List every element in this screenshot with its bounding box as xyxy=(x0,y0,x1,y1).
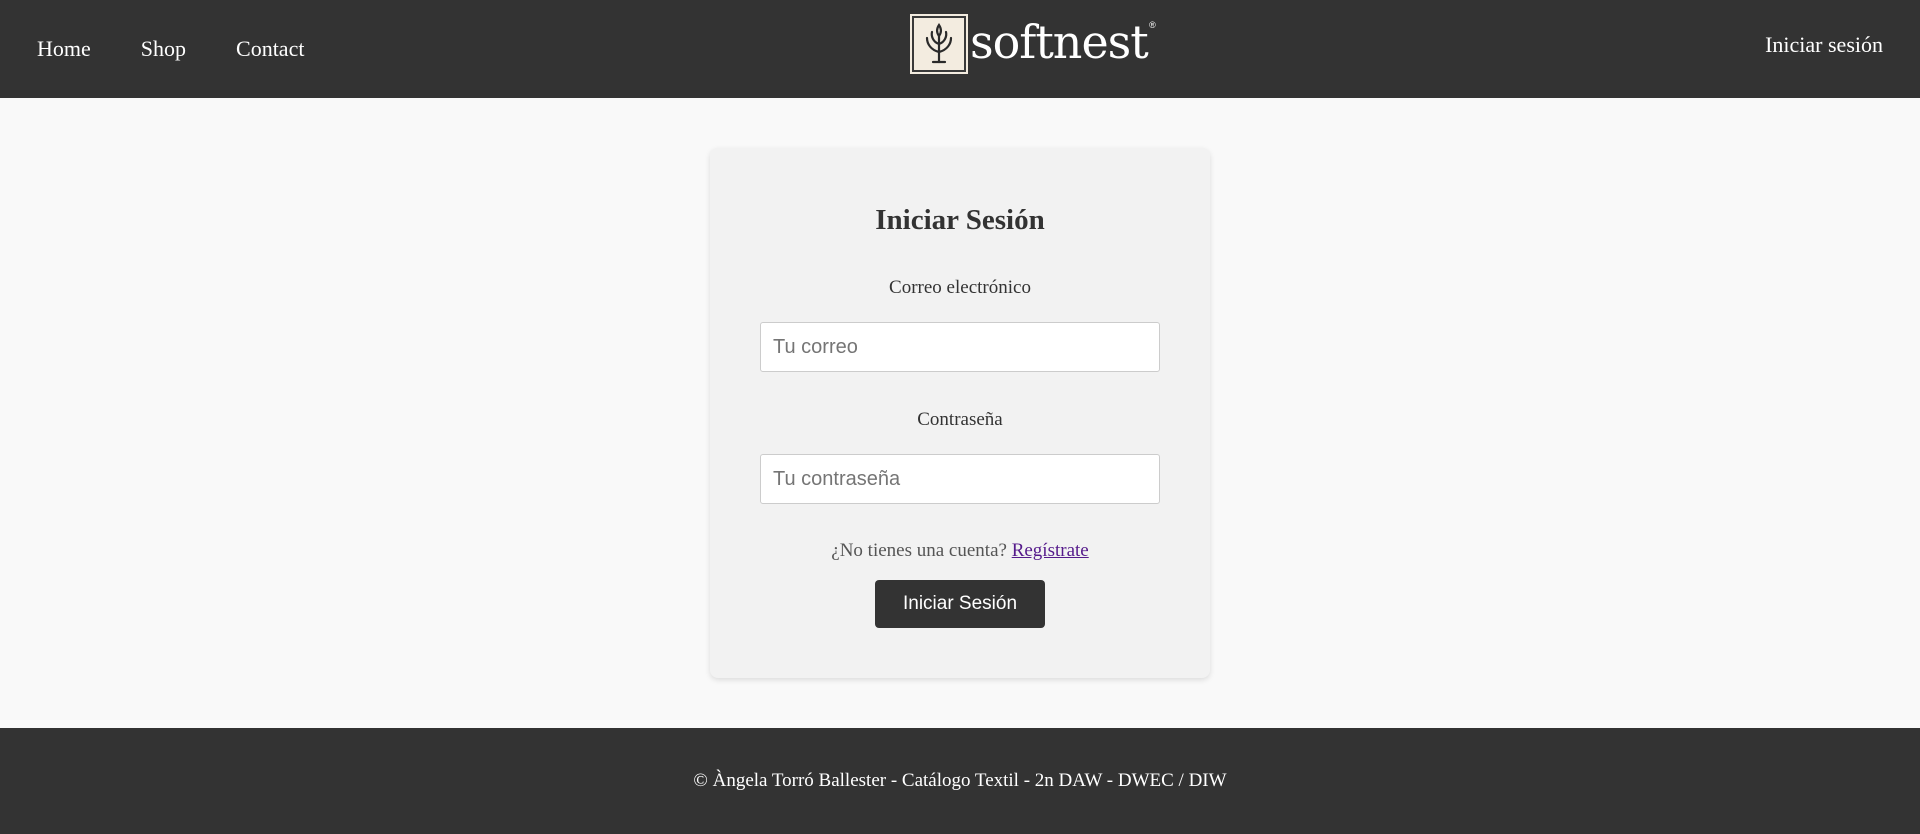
password-label: Contraseña xyxy=(917,409,1003,430)
register-prompt: ¿No tienes una cuenta? Regístrate xyxy=(0,540,1920,562)
logo-wordmark: softnest xyxy=(970,15,1149,69)
nav-shop-link[interactable]: Shop xyxy=(141,38,186,60)
site-header: Home Shop Contact softnest ® Iniciar ses… xyxy=(0,0,1920,98)
register-link[interactable]: Regístrate xyxy=(1012,540,1089,561)
sprig-icon xyxy=(910,14,968,74)
password-input[interactable] xyxy=(760,454,1160,504)
header-login-link[interactable]: Iniciar sesión xyxy=(1765,34,1883,56)
email-input[interactable] xyxy=(760,322,1160,372)
email-label: Correo electrónico xyxy=(889,277,1031,298)
nav-home-link[interactable]: Home xyxy=(37,38,91,60)
nav-contact-link[interactable]: Contact xyxy=(236,38,304,60)
main-nav: Home Shop Contact xyxy=(37,38,354,60)
footer-copyright: © Àngela Torró Ballester - Catálogo Text… xyxy=(693,770,1227,791)
login-submit-button[interactable]: Iniciar Sesión xyxy=(875,580,1045,628)
registered-mark: ® xyxy=(1149,20,1156,30)
site-logo[interactable]: softnest ® xyxy=(910,14,1156,74)
login-title: Iniciar Sesión xyxy=(875,204,1045,236)
register-prompt-text: ¿No tienes una cuenta? xyxy=(831,540,1007,561)
